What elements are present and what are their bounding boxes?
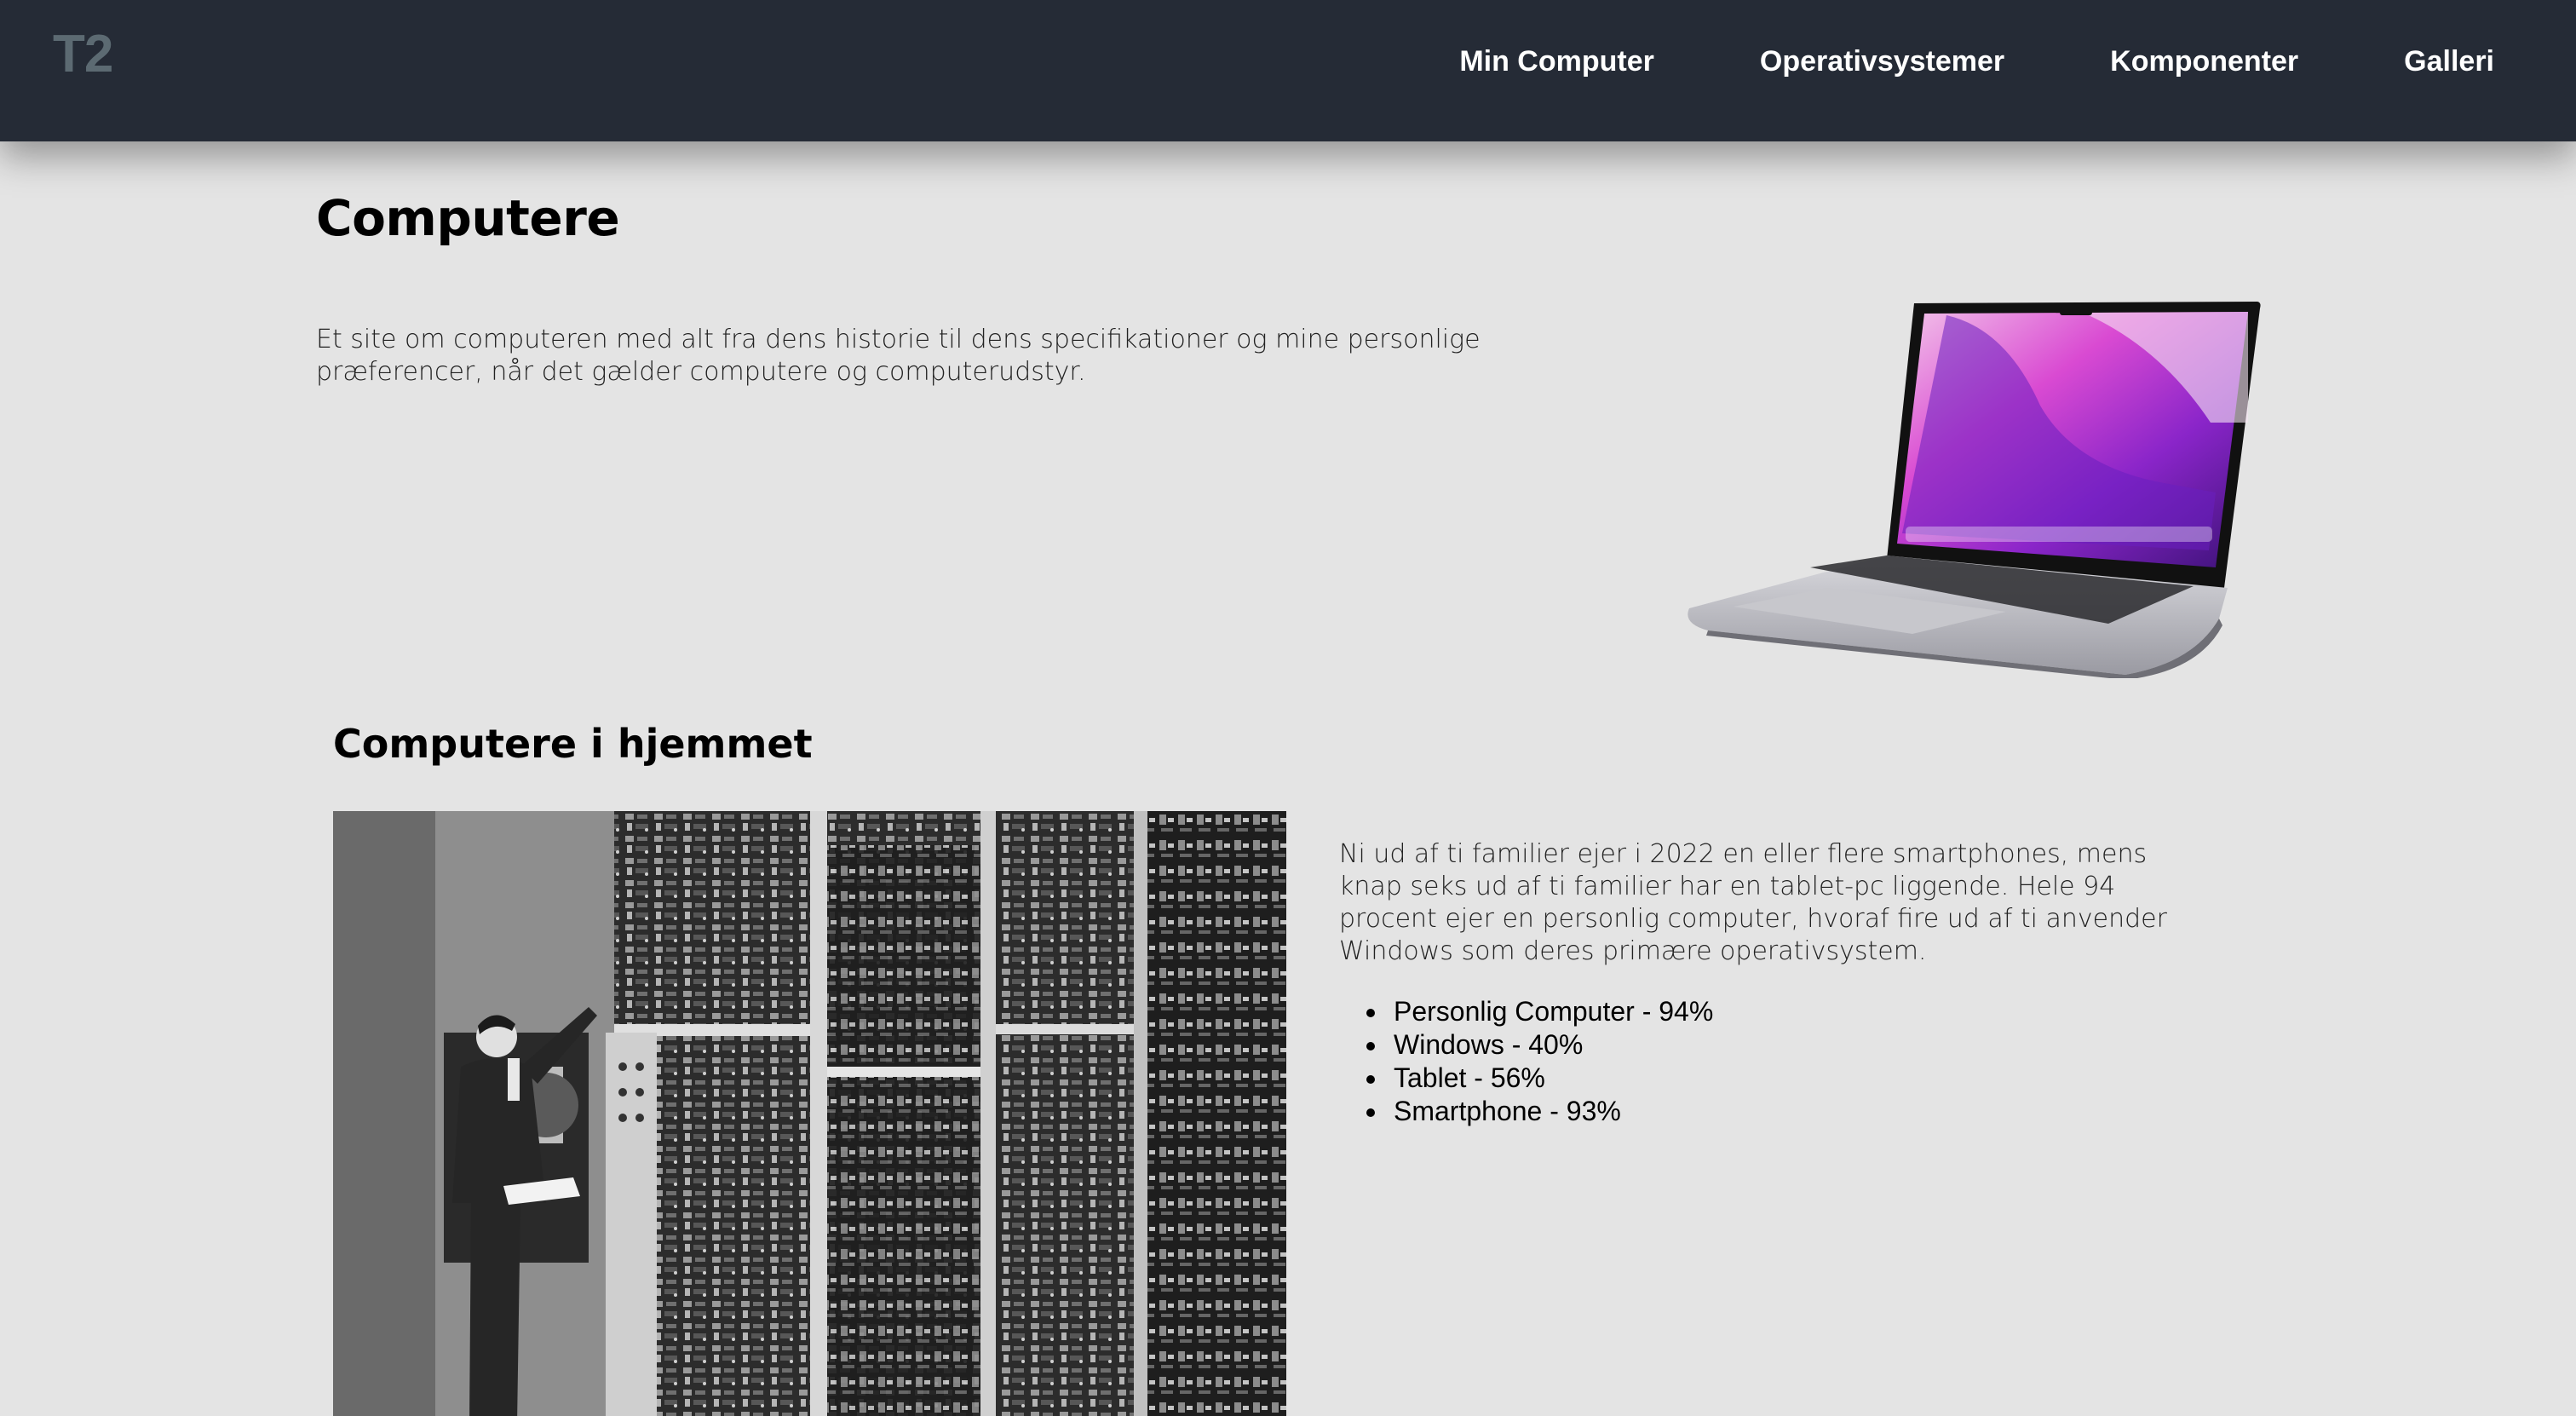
- section-title: Computere i hjemmet: [333, 721, 813, 767]
- laptop-image: [1688, 302, 2261, 678]
- stats-list: Personlig Computer - 94% Windows - 40% T…: [1389, 995, 1713, 1128]
- page-title: Computere: [316, 189, 620, 247]
- list-item: Smartphone - 93%: [1389, 1095, 1713, 1128]
- section-text: Ni ud af ti familier ejer i 2022 en elle…: [1339, 839, 2167, 966]
- nav-link-galleri[interactable]: Galleri: [2404, 41, 2494, 82]
- list-item: Tablet - 56%: [1389, 1062, 1713, 1095]
- nav-link-komponenter[interactable]: Komponenter: [2110, 41, 2298, 82]
- vintage-computer-photo: [333, 811, 1286, 1416]
- site-logo[interactable]: T2: [53, 24, 113, 84]
- nav-link-min-computer[interactable]: Min Computer: [1459, 41, 1654, 82]
- nav-link-operativsystemer[interactable]: Operativsystemer: [1760, 41, 2004, 82]
- top-navigation-bar: T2 Min Computer Operativsystemer Kompone…: [0, 0, 2576, 141]
- list-item: Windows - 40%: [1389, 1028, 1713, 1062]
- intro-text: Et site om computeren med alt fra dens h…: [316, 325, 1481, 387]
- main-nav: Min Computer Operativsystemer Komponente…: [1459, 41, 2494, 82]
- list-item: Personlig Computer - 94%: [1389, 995, 1713, 1028]
